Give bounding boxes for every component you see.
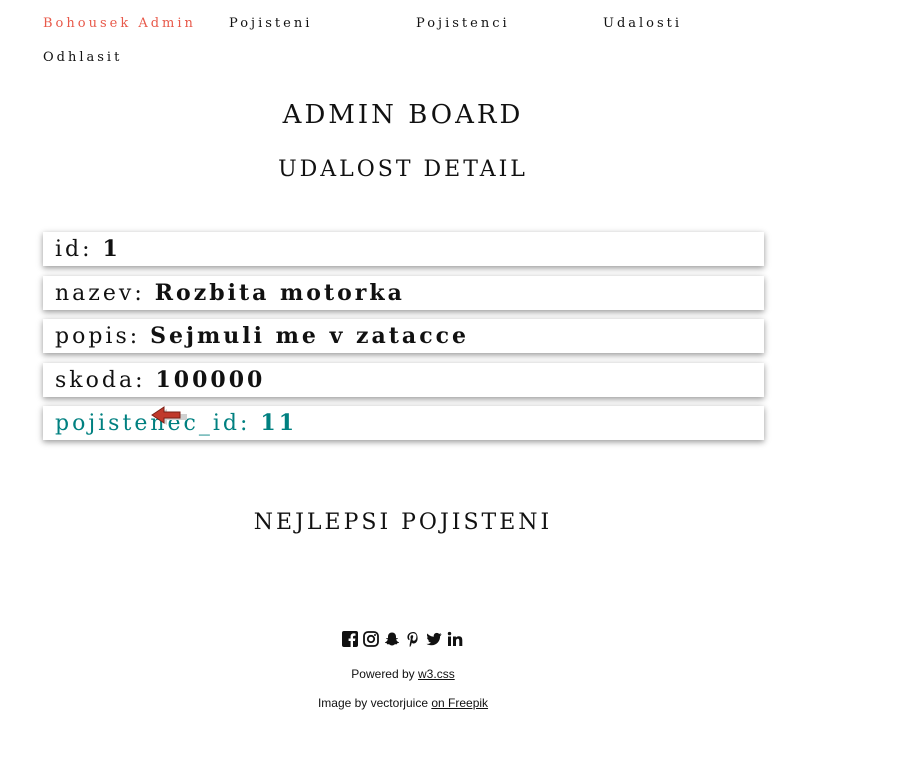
field-card-id: id: 1 — [43, 232, 764, 266]
page-title: ADMIN BOARD — [282, 100, 524, 130]
social-icons — [342, 630, 463, 648]
nav-item-pojistenci[interactable]: Pojistenci — [416, 16, 510, 31]
field-value: Sejmuli me v zatacce — [150, 323, 469, 349]
section-heading: NEJLEPSI POJISTENI — [253, 510, 553, 535]
top-nav: Bohousek Admin Pojisteni Pojistenci Udal… — [43, 14, 803, 74]
image-credit-line: Image by vectorjuice on Freepik — [43, 696, 763, 710]
instagram-icon[interactable] — [363, 631, 379, 647]
field-value: Rozbita motorka — [154, 280, 405, 306]
twitter-icon[interactable] — [426, 631, 442, 647]
nav-brand-link[interactable]: Bohousek Admin — [43, 16, 196, 31]
field-value: 100000 — [155, 367, 266, 393]
nav-item-pojisteni[interactable]: Pojisteni — [229, 16, 312, 31]
nav-item-udalosti[interactable]: Udalosti — [603, 16, 682, 31]
field-label: nazev: — [55, 281, 145, 306]
field-value: 11 — [260, 410, 298, 436]
field-label: popis: — [55, 324, 141, 349]
field-label: skoda: — [55, 368, 146, 393]
w3css-link[interactable]: w3.css — [418, 667, 455, 681]
freepik-link[interactable]: on Freepik — [431, 696, 488, 710]
powered-by-line: Powered by w3.css — [43, 667, 763, 681]
mouse-cursor-icon — [151, 406, 187, 425]
field-card-popis: popis: Sejmuli me v zatacce — [43, 319, 764, 353]
pinterest-icon[interactable] — [405, 631, 421, 648]
linkedin-icon[interactable] — [447, 631, 463, 647]
field-card-skoda: skoda: 100000 — [43, 363, 764, 397]
nav-item-odhlasit[interactable]: Odhlasit — [43, 50, 122, 65]
field-label: id: — [55, 237, 93, 262]
snapchat-icon[interactable] — [384, 631, 400, 647]
powered-by-text: Powered by — [351, 667, 415, 681]
image-credit-text: Image by vectorjuice — [317, 696, 428, 710]
page-subtitle: UDALOST DETAIL — [278, 157, 528, 182]
facebook-icon[interactable] — [342, 631, 358, 647]
field-value: 1 — [102, 236, 121, 262]
field-card-nazev: nazev: Rozbita motorka — [43, 276, 764, 310]
